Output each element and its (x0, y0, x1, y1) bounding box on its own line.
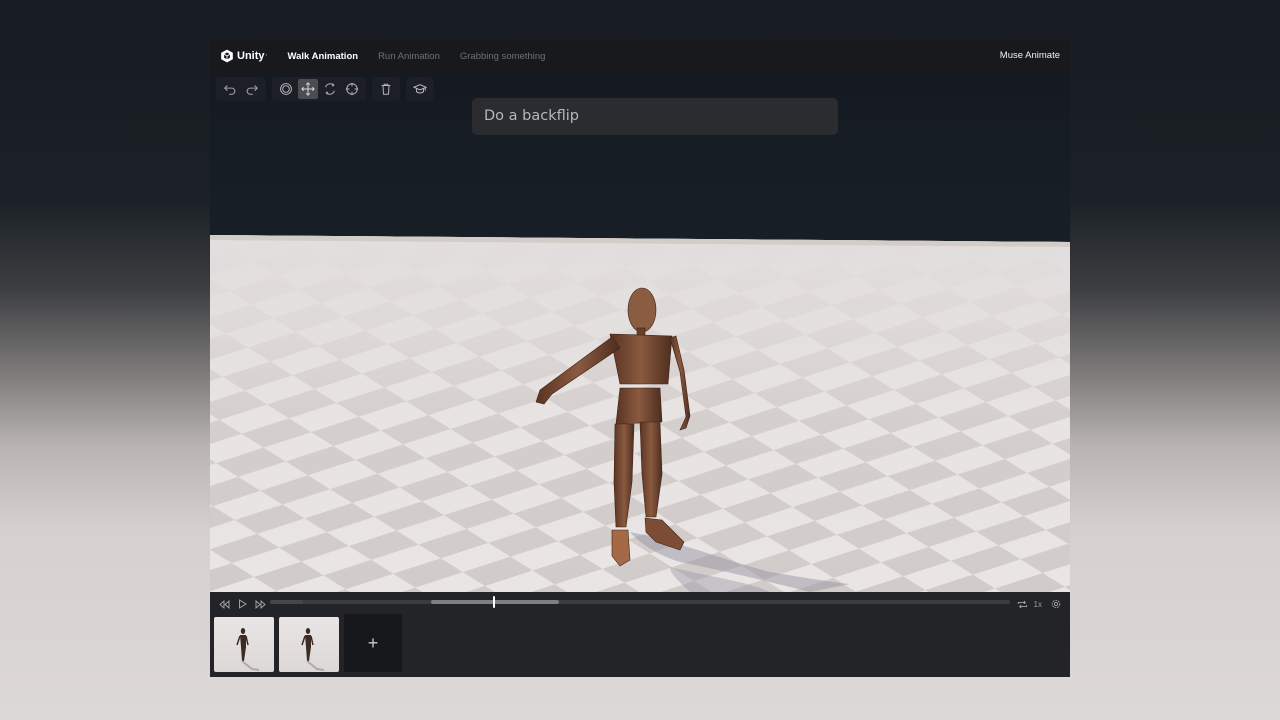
rewind-icon (218, 599, 229, 609)
transform-toolbar (216, 77, 440, 101)
clip-thumbnail[interactable] (214, 617, 274, 672)
timeline-options: 1x (1012, 596, 1064, 612)
target-icon (345, 82, 359, 96)
select-tool-button[interactable] (276, 79, 296, 99)
delete-group (372, 77, 400, 101)
tab-run-animation[interactable]: Run Animation (378, 51, 440, 62)
clip-preview-figure (236, 628, 260, 671)
loop-button[interactable] (1015, 596, 1031, 612)
product-name: Muse Animate (999, 50, 1060, 61)
muse-animate-window: Unity · Walk Animation Run Animation Gra… (210, 40, 1070, 677)
timeline-scrubber[interactable] (270, 596, 1010, 608)
move-tool-button[interactable] (298, 79, 318, 99)
unity-cube-icon (221, 49, 233, 63)
clip-thumbnail[interactable] (279, 617, 339, 672)
delete-icon (381, 83, 391, 95)
plus-icon: + (367, 632, 379, 653)
undo-icon (224, 85, 236, 95)
fast-forward-button[interactable] (252, 596, 268, 612)
undo-button[interactable] (220, 79, 240, 99)
scene-floor (210, 235, 1070, 592)
playback-speed[interactable]: 1x (1034, 600, 1042, 609)
learn-icon (413, 84, 427, 94)
tab-walk-animation[interactable]: Walk Animation (288, 51, 359, 62)
prompt-input[interactable] (472, 98, 838, 135)
timeline-panel: 1x + (210, 592, 1070, 677)
fast-forward-icon (255, 599, 266, 609)
scene-viewport[interactable] (210, 72, 1070, 592)
delete-button[interactable] (376, 79, 396, 99)
unity-logo-text: Unity (237, 50, 265, 62)
history-group (216, 77, 266, 101)
move-icon (301, 82, 315, 96)
tab-grabbing-something[interactable]: Grabbing something (460, 51, 546, 62)
settings-button[interactable] (1048, 596, 1064, 612)
clip-preview-figure (301, 628, 325, 671)
top-bar: Unity · Walk Animation Run Animation Gra… (210, 40, 1070, 72)
redo-button[interactable] (242, 79, 262, 99)
clip-strip: + (214, 614, 402, 672)
gear-icon (1051, 599, 1061, 609)
select-icon (280, 83, 292, 95)
rotate-tool-button[interactable] (320, 79, 340, 99)
play-button[interactable] (234, 596, 250, 612)
redo-icon (246, 85, 258, 95)
rewind-button[interactable] (216, 596, 232, 612)
add-clip-button[interactable]: + (344, 614, 402, 672)
loop-icon (1017, 600, 1028, 608)
target-tool-button[interactable] (342, 79, 362, 99)
rotate-icon (325, 83, 335, 95)
unity-logo-mark: · (265, 53, 268, 59)
unity-logo[interactable]: Unity · (220, 49, 268, 63)
play-icon (238, 599, 247, 609)
learn-button[interactable] (410, 79, 430, 99)
playback-controls (216, 596, 270, 612)
learn-group (406, 77, 434, 101)
transform-group (272, 77, 366, 101)
scrubber-track-start (270, 600, 304, 604)
playhead-handle[interactable] (493, 596, 496, 608)
